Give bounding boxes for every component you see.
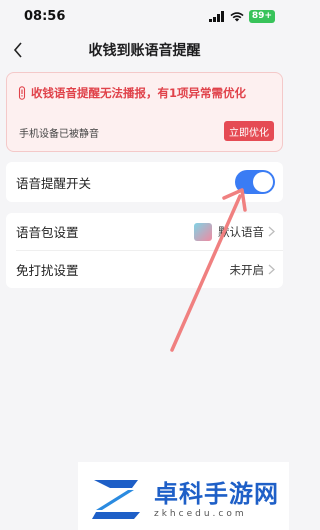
warning-title: 收钱语音提醒无法播报，有1项异常需优化 [31, 86, 246, 100]
chevron-left-icon [13, 42, 22, 58]
voice-pack-avatar [194, 222, 212, 241]
back-button[interactable] [6, 38, 30, 62]
dnd-value-group: 未开启 [230, 262, 276, 278]
watermark-title: 卓科手游网 [154, 479, 279, 508]
site-watermark: 卓科手游网 zkhcedu.com [78, 462, 289, 530]
voice-pack-value: 默认语音 [218, 224, 264, 239]
warning-detail: 手机设备已被静音 [19, 129, 99, 140]
nav-bar: 收钱到账语音提醒 [0, 32, 289, 68]
watermark-text: 卓科手游网 zkhcedu.com [154, 474, 279, 519]
voice-toggle-row: 语音提醒开关 [6, 162, 283, 202]
battery-indicator: 89+ [248, 9, 275, 23]
alert-icon [18, 86, 26, 100]
status-bar: 08:56 89+ [0, 0, 289, 32]
voice-pack-value-group: 默认语音 [194, 222, 275, 241]
signal-icon [208, 10, 224, 22]
dnd-label: 免打扰设置 [16, 263, 79, 278]
warning-card: 收钱语音提醒无法播报，有1项异常需优化 手机设备已被静音 立即优化 [6, 72, 283, 152]
chevron-right-icon [268, 264, 275, 275]
warning-title-row: 收钱语音提醒无法播报，有1项异常需优化 [17, 85, 274, 101]
page-title: 收钱到账语音提醒 [88, 43, 201, 59]
chevron-right-icon [268, 226, 275, 237]
voice-reminder-toggle[interactable] [235, 170, 275, 194]
watermark-url: zkhcedu.com [154, 508, 247, 519]
status-time: 08:56 [24, 8, 66, 24]
voice-pack-row[interactable]: 语音包设置 默认语音 [6, 213, 283, 250]
voice-toggle-card: 语音提醒开关 [6, 162, 283, 202]
status-icons: 89+ [208, 9, 275, 23]
wifi-icon [230, 11, 244, 21]
toggle-knob [253, 172, 273, 192]
optimize-now-button[interactable]: 立即优化 [224, 121, 274, 141]
dnd-value: 未开启 [229, 262, 265, 277]
voice-pack-label: 语音包设置 [16, 225, 79, 240]
settings-card: 语音包设置 默认语音 免打扰设置 未开启 [6, 213, 283, 288]
voice-toggle-label: 语音提醒开关 [16, 175, 92, 191]
site-logo-icon [92, 480, 140, 519]
dnd-row[interactable]: 免打扰设置 未开启 [6, 251, 283, 288]
